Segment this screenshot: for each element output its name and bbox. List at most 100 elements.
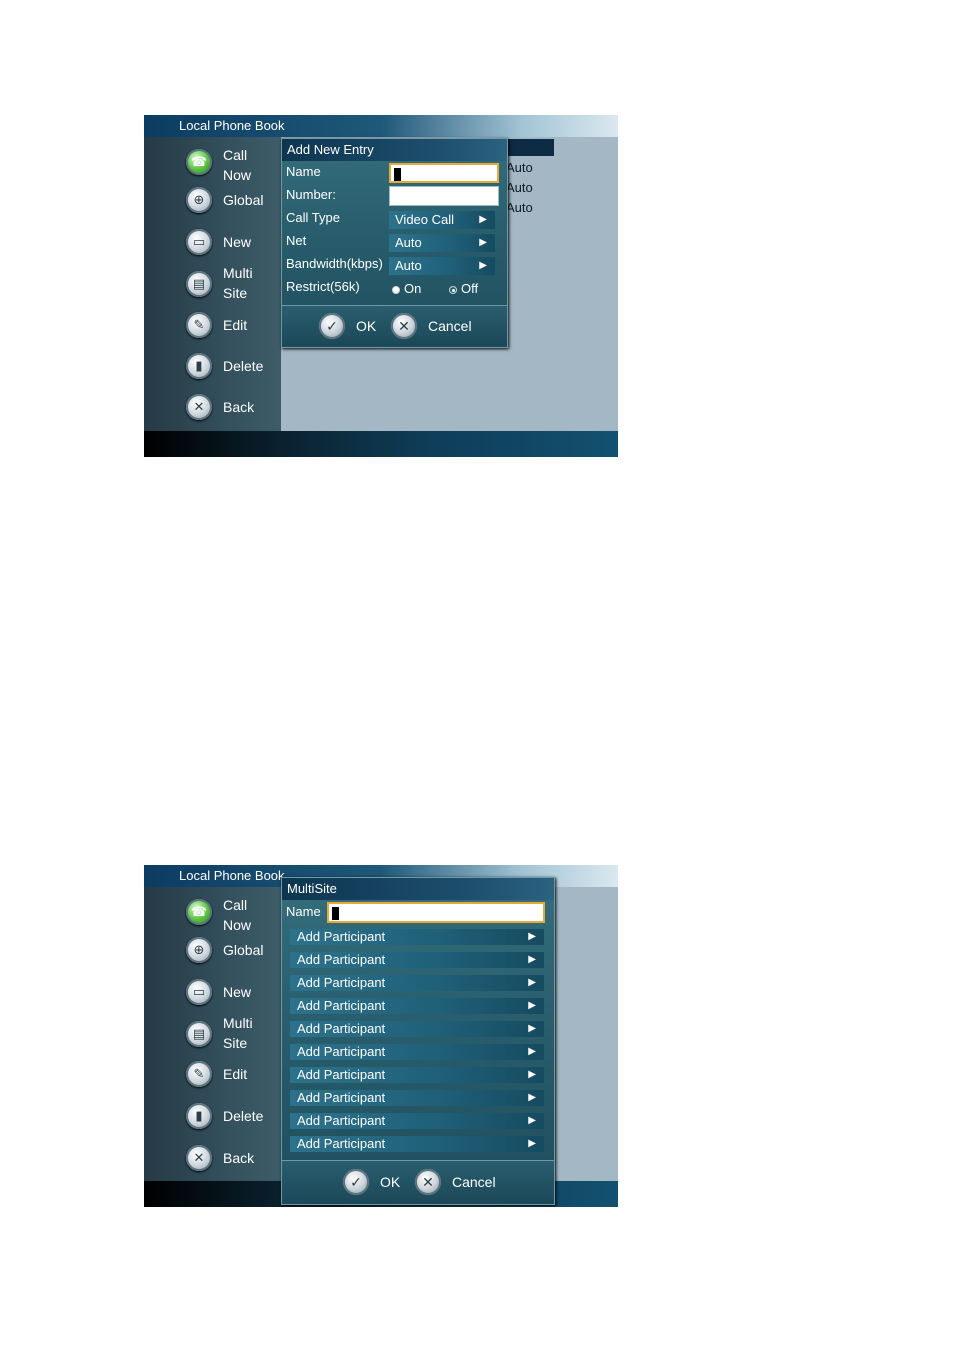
nav-label: Edit xyxy=(223,317,248,333)
check-icon: ✓ xyxy=(350,1173,362,1190)
nav-delete[interactable]: ▮ Delete xyxy=(186,351,281,391)
phone-icon: ☎ xyxy=(186,899,212,925)
nav-label: Multi xyxy=(223,265,253,281)
nav-edit[interactable]: ✎ Edit xyxy=(186,1059,281,1099)
text-caret xyxy=(394,168,401,181)
call-type-selector[interactable]: Video Call ▶ xyxy=(389,211,495,229)
arrow-right-icon: ▶ xyxy=(479,214,487,225)
call-type-value: Video Call xyxy=(395,212,455,227)
cancel-button[interactable]: ✕ xyxy=(415,1169,441,1195)
nav-label: Global xyxy=(223,942,264,958)
add-participant-row[interactable]: Add Participant ▶ xyxy=(290,1136,544,1152)
add-participant-row[interactable]: Add Participant ▶ xyxy=(290,975,544,991)
add-participant-row[interactable]: Add Participant ▶ xyxy=(290,1021,544,1037)
dialog-button-row: ✓ OK ✕ Cancel xyxy=(282,305,507,346)
cancel-button[interactable]: ✕ xyxy=(391,313,417,339)
nav-new[interactable]: ▭ New xyxy=(186,227,281,267)
text-caret xyxy=(332,907,339,920)
phonebook-screen-add-entry: Local Phone Book ☎ Call Now ⊕ Global ▭ N… xyxy=(144,115,618,457)
arrow-right-icon: ▶ xyxy=(528,1046,536,1057)
nav-call-now[interactable]: ☎ Call Now xyxy=(186,143,281,183)
list-value: Auto xyxy=(506,200,533,215)
nav-label: Edit xyxy=(223,1066,248,1082)
add-entry-dialog: Add New Entry Name Number: Call Type Vid… xyxy=(281,138,508,348)
nav-label: Multi xyxy=(223,1015,253,1031)
pencil-icon: ✎ xyxy=(186,1061,212,1087)
nav-back[interactable]: ✕ Back xyxy=(186,1143,281,1183)
cancel-label: Cancel xyxy=(452,1174,496,1190)
cancel-label: Cancel xyxy=(428,318,472,334)
add-participant-row[interactable]: Add Participant ▶ xyxy=(290,1090,544,1106)
call-type-label: Call Type xyxy=(286,210,340,225)
restrict-off-radio[interactable]: Off xyxy=(449,281,478,297)
back-icon: ✕ xyxy=(186,1145,212,1171)
number-label: Number: xyxy=(286,187,336,202)
net-value: Auto xyxy=(395,235,422,250)
participant-label: Add Participant xyxy=(297,998,386,1013)
sidebar: ☎ Call Now ⊕ Global ▭ New ▤ Multi Site ✎… xyxy=(144,887,281,1181)
arrow-right-icon: ▶ xyxy=(528,954,536,965)
nav-label: Site xyxy=(223,285,248,301)
name-label: Name xyxy=(286,904,321,919)
close-icon: ✕ xyxy=(398,317,410,334)
ok-button[interactable]: ✓ xyxy=(343,1169,369,1195)
participant-label: Add Participant xyxy=(297,1136,386,1151)
sidebar: ☎ Call Now ⊕ Global ▭ New ▤ Multi Site ✎… xyxy=(144,137,281,431)
add-participant-row[interactable]: Add Participant ▶ xyxy=(290,929,544,945)
multisite-dialog: MultiSite Name Add Participant ▶ Add Part… xyxy=(281,877,555,1205)
restrict-label: Restrict(56k) xyxy=(286,279,360,294)
close-icon: ✕ xyxy=(422,1173,434,1190)
participant-label: Add Participant xyxy=(297,929,386,944)
add-participant-row[interactable]: Add Participant ▶ xyxy=(290,1067,544,1083)
participant-label: Add Participant xyxy=(297,1021,386,1036)
nav-label: Back xyxy=(223,399,255,415)
nav-label: Call xyxy=(223,897,248,913)
bottom-bar xyxy=(144,431,618,457)
number-field[interactable] xyxy=(389,186,499,206)
new-entry-icon: ▭ xyxy=(186,979,212,1005)
nav-delete[interactable]: ▮ Delete xyxy=(186,1101,281,1141)
title-bar: Local Phone Book xyxy=(144,115,618,137)
nav-multisite[interactable]: ▤ Multi Site xyxy=(186,1015,281,1055)
arrow-right-icon: ▶ xyxy=(528,1115,536,1126)
restrict-on-radio[interactable]: On xyxy=(392,281,421,297)
add-participant-row[interactable]: Add Participant ▶ xyxy=(290,952,544,968)
nav-label: Delete xyxy=(223,1108,264,1124)
bandwidth-label: Bandwidth(kbps) xyxy=(286,256,383,271)
phonebook-screen-multisite: Local Phone Book ☎ Call Now ⊕ Global ▭ N… xyxy=(144,865,618,1207)
arrow-right-icon: ▶ xyxy=(479,260,487,271)
back-icon: ✕ xyxy=(186,394,212,420)
bandwidth-selector[interactable]: Auto ▶ xyxy=(389,257,495,275)
trash-icon: ▮ xyxy=(186,353,212,379)
participant-label: Add Participant xyxy=(297,1044,386,1059)
nav-label: New xyxy=(223,234,252,250)
radio-label: Off xyxy=(461,281,479,296)
nav-global[interactable]: ⊕ Global xyxy=(186,935,281,975)
add-participant-row[interactable]: Add Participant ▶ xyxy=(290,998,544,1014)
name-field[interactable] xyxy=(389,163,499,183)
ok-label: OK xyxy=(356,318,377,334)
arrow-right-icon: ▶ xyxy=(528,931,536,942)
add-participant-row[interactable]: Add Participant ▶ xyxy=(290,1044,544,1060)
nav-label: Now xyxy=(223,917,252,933)
ok-button[interactable]: ✓ xyxy=(319,313,345,339)
participant-label: Add Participant xyxy=(297,1067,386,1082)
trash-icon: ▮ xyxy=(186,1103,212,1129)
add-participant-row[interactable]: Add Participant ▶ xyxy=(290,1113,544,1129)
net-selector[interactable]: Auto ▶ xyxy=(389,234,495,252)
nav-edit[interactable]: ✎ Edit xyxy=(186,310,281,350)
nav-label: Site xyxy=(223,1035,248,1051)
nav-multisite[interactable]: ▤ Multi Site xyxy=(186,265,281,305)
nav-global[interactable]: ⊕ Global xyxy=(186,185,281,225)
nav-back[interactable]: ✕ Back xyxy=(186,392,281,432)
pencil-icon: ✎ xyxy=(186,312,212,338)
arrow-right-icon: ▶ xyxy=(528,1023,536,1034)
nav-new[interactable]: ▭ New xyxy=(186,977,281,1017)
nav-call-now[interactable]: ☎ Call Now xyxy=(186,893,281,933)
participant-label: Add Participant xyxy=(297,952,386,967)
participant-label: Add Participant xyxy=(297,1113,386,1128)
name-field[interactable] xyxy=(327,902,545,923)
arrow-right-icon: ▶ xyxy=(528,1000,536,1011)
new-entry-icon: ▭ xyxy=(186,229,212,255)
multisite-icon: ▤ xyxy=(186,271,212,297)
